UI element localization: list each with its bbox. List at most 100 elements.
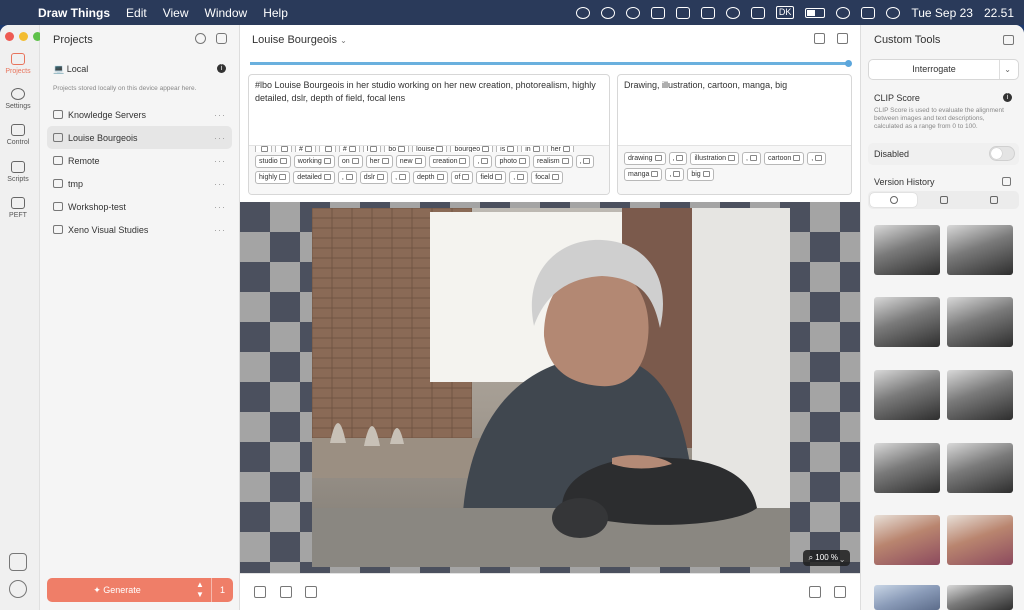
version-thumbnail[interactable] xyxy=(874,585,940,610)
prompt-token[interactable]: manga xyxy=(624,168,663,181)
token-menu-icon[interactable] xyxy=(381,158,389,164)
prompt-text[interactable]: #lbo Louise Bourgeois in her studio work… xyxy=(249,75,609,109)
token-menu-icon[interactable] xyxy=(279,174,287,180)
prompt-token[interactable]: louise xyxy=(412,146,448,152)
token-menu-icon[interactable] xyxy=(459,158,467,164)
token-menu-icon[interactable] xyxy=(517,174,525,180)
generated-image[interactable] xyxy=(312,208,790,567)
share-icon[interactable] xyxy=(837,33,848,44)
prompt-token[interactable]: , xyxy=(575,155,595,168)
project-item[interactable]: tmp ··· xyxy=(47,172,232,195)
prompt-token[interactable]: l xyxy=(362,146,382,152)
prompt-token[interactable]: # xyxy=(338,146,360,152)
token-menu-icon[interactable] xyxy=(436,174,444,180)
rail-control[interactable]: Control xyxy=(0,124,36,146)
magic-wand-icon[interactable] xyxy=(254,586,266,598)
token-menu-icon[interactable] xyxy=(518,158,526,164)
more-icon[interactable]: ··· xyxy=(214,202,226,212)
prompt-token[interactable]: realism xyxy=(532,155,573,168)
prompt-token[interactable]: on xyxy=(337,155,363,168)
menu-window[interactable]: Window xyxy=(197,6,256,20)
prompt-token[interactable]: new xyxy=(395,155,426,168)
token-menu-icon[interactable] xyxy=(345,174,353,180)
token-menu-icon[interactable] xyxy=(551,174,559,180)
prompt-token[interactable]: big xyxy=(687,168,714,181)
chevron-down-icon[interactable]: ⌄ xyxy=(1004,60,1011,79)
prompt-token[interactable]: creation xyxy=(428,155,471,168)
prompt-token[interactable]: bourgeo xyxy=(450,146,494,152)
project-item[interactable]: Remote ··· xyxy=(47,149,232,172)
prompt-token[interactable]: , xyxy=(509,171,529,184)
document-title[interactable]: Louise Bourgeois ⌄ xyxy=(252,34,347,46)
version-thumbnail[interactable] xyxy=(947,297,1013,347)
menu-app-name[interactable]: Draw Things xyxy=(30,6,118,20)
cloud-icon[interactable] xyxy=(600,6,615,19)
token-menu-icon[interactable] xyxy=(673,171,681,177)
prompt-token[interactable]: dslr xyxy=(359,171,389,184)
prompt-token[interactable]: , xyxy=(337,171,357,184)
prompt-token[interactable]: is xyxy=(496,146,519,152)
more-icon[interactable]: ··· xyxy=(214,156,226,166)
more-icon[interactable]: ··· xyxy=(214,133,226,143)
token-menu-icon[interactable] xyxy=(651,171,659,177)
prompt-token[interactable]: bo xyxy=(384,146,410,152)
network-icon[interactable] xyxy=(700,6,715,19)
prompt-token[interactable]: focal xyxy=(531,171,563,184)
prompt-editor[interactable]: #lbo Louise Bourgeois in her studio work… xyxy=(248,74,610,195)
tab-edit[interactable] xyxy=(920,193,967,207)
token-menu-icon[interactable] xyxy=(462,174,470,180)
prompt-token[interactable]: # xyxy=(295,146,316,152)
prompt-token[interactable]: in xyxy=(521,146,544,152)
close-window-button[interactable] xyxy=(5,32,14,41)
tab-compare[interactable] xyxy=(970,193,1017,207)
token-menu-icon[interactable] xyxy=(414,158,422,164)
version-thumbnail[interactable] xyxy=(874,225,940,275)
mail-icon[interactable] xyxy=(650,6,665,19)
prompt-token[interactable]: her xyxy=(546,146,574,152)
menu-time[interactable]: 22.51 xyxy=(984,6,1014,20)
prompt-token[interactable]: studio xyxy=(255,155,291,168)
prompt-token[interactable]: , xyxy=(665,168,685,181)
export-icon[interactable] xyxy=(834,586,846,598)
token-menu-icon[interactable] xyxy=(351,158,359,164)
prompt-token[interactable]: working xyxy=(293,155,335,168)
rail-peft[interactable]: PEFT xyxy=(0,197,36,219)
prompt-token[interactable]: of xyxy=(450,171,474,184)
document-icon[interactable] xyxy=(809,586,821,598)
version-thumbnail[interactable] xyxy=(947,225,1013,275)
prompt-token[interactable]: , xyxy=(741,152,761,165)
prompt-token[interactable]: , xyxy=(473,155,493,168)
token-menu-icon[interactable] xyxy=(323,174,331,180)
image-canvas[interactable]: ⌕ 100 % ⌄ xyxy=(240,202,860,573)
sidebar-toggle-icon[interactable] xyxy=(9,553,27,571)
tab-history[interactable] xyxy=(870,193,917,207)
info-icon[interactable]: i xyxy=(217,64,226,73)
token-menu-icon[interactable] xyxy=(561,158,569,164)
progress-knob[interactable] xyxy=(845,60,852,67)
preferences-icon[interactable] xyxy=(9,580,27,598)
version-thumbnail[interactable] xyxy=(947,585,1013,610)
cloud-sync-icon[interactable] xyxy=(725,6,740,19)
minimize-window-button[interactable] xyxy=(19,32,28,41)
prompt-token[interactable] xyxy=(275,146,292,152)
sidebar-right-icon[interactable] xyxy=(1003,35,1014,45)
token-menu-icon[interactable] xyxy=(793,155,801,161)
paint-brush-icon[interactable] xyxy=(305,586,317,598)
prompt-token[interactable]: depth xyxy=(413,171,448,184)
siri-icon[interactable] xyxy=(886,6,901,19)
more-icon[interactable]: ··· xyxy=(214,179,226,189)
token-menu-icon[interactable] xyxy=(323,158,331,164)
token-menu-icon[interactable] xyxy=(481,158,489,164)
rail-scripts[interactable]: Scripts xyxy=(0,161,36,183)
version-thumbnail[interactable] xyxy=(947,370,1013,420)
prompt-token[interactable]: field xyxy=(476,171,507,184)
control-center-icon[interactable] xyxy=(861,6,876,19)
menu-view[interactable]: View xyxy=(155,6,197,20)
project-item[interactable]: Workshop-test ··· xyxy=(47,195,232,218)
token-menu-icon[interactable] xyxy=(377,174,385,180)
version-thumbnail[interactable] xyxy=(874,443,940,493)
generate-button[interactable]: ✦ Generate xyxy=(47,578,187,602)
new-project-icon[interactable] xyxy=(216,33,227,44)
more-icon[interactable]: ··· xyxy=(214,110,226,120)
project-item-selected[interactable]: Louise Bourgeois ··· xyxy=(47,126,232,149)
